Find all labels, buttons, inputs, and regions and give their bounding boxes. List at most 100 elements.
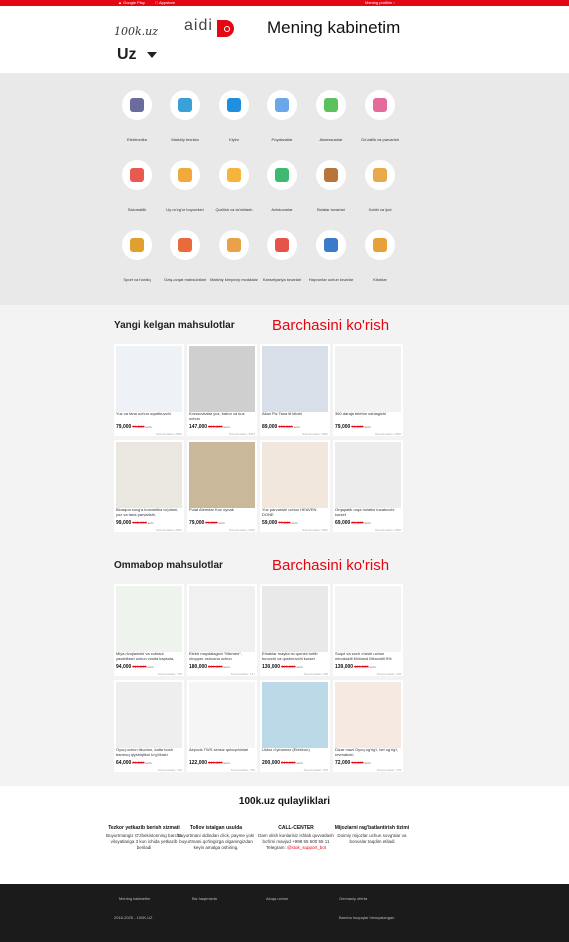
feature-description: Buyurtmani oldindan click, payme yoki bu… (176, 833, 256, 851)
product-name: Yuz va tana uchun oqartiruvchi (116, 411, 171, 416)
product-sold-count: Sotyotmadan: 168 (376, 672, 401, 676)
category-item[interactable]: Go'zallik va parvarish (350, 90, 410, 143)
product-card[interactable]: Pulat Alemdar Kuz oynak 79,00099,000so'm S… (187, 440, 257, 532)
footer: Mening kabinetim Biz haqimizda Aloqa uch… (0, 884, 569, 942)
cleaning-box-icon (227, 238, 241, 252)
product-price: 59,000 (262, 520, 278, 526)
product-name: Erkaklar mayka isi qornini tortib turuvc… (262, 651, 318, 661)
partner-logo-mark (217, 20, 234, 37)
feature-item: Tollov istalgan usulda Buyurtmani oldinda… (176, 825, 256, 851)
product-card[interactable]: Dizar mazi Oyoq og'rig'i, bel og'rig'i, … (333, 680, 403, 772)
features-title: 100k.uz qulayliklari (238, 796, 331, 807)
category-icon-circle (122, 230, 152, 260)
product-old-price: 149,000 (132, 520, 147, 525)
site-logo[interactable]: 100k.uz (114, 25, 158, 38)
product-currency: so'm (364, 425, 371, 429)
product-sold-count: Sotyotmadan: 2050 (301, 528, 328, 532)
product-currency: so'm (296, 761, 303, 765)
book-image (262, 346, 328, 412)
cosmetics-icon (373, 98, 387, 112)
product-currency: so'm (218, 521, 225, 525)
feature-title: CALL-CENTER (278, 825, 314, 831)
footer-link-contact[interactable]: Aloqa uchun (266, 896, 288, 901)
teddy-bear-icon (324, 168, 338, 182)
appstore-label: Appstore (154, 0, 175, 5)
section-title: Ommabop mahsulotlar (114, 560, 223, 571)
product-card[interactable]: Orqapatik orqa holatini tuzatuvchi korse… (333, 440, 403, 532)
product-price: 139,000 (335, 664, 354, 670)
category-icon-circle (316, 90, 346, 120)
product-old-price: 99,000 (132, 424, 145, 429)
product-sold-count: Sotyotmadan: 2050 (155, 432, 182, 436)
product-card[interactable]: 360 darajа telefon ushlagichi 79,00099,00… (333, 344, 403, 436)
category-icon-circle (170, 230, 200, 260)
product-old-price: 79,000 (278, 520, 291, 525)
chevron-down-icon (146, 52, 157, 58)
see-all-link[interactable]: Barchasini ko'rish (272, 557, 389, 574)
see-all-link[interactable]: Barchasini ko'rish (272, 317, 389, 334)
product-name: Dizar mazi Oyoq og'rig'i, bel og'rig'i, … (335, 747, 399, 757)
category-icon-circle (219, 160, 249, 190)
product-price: 79,000 (189, 520, 205, 526)
product-card[interactable]: Allan Piz Tana til kitobi 89,000109,000so… (260, 344, 330, 436)
category-icon-circle (316, 230, 346, 260)
footer-link-about[interactable]: Biz haqimizda (192, 896, 217, 901)
category-icon-circle (122, 160, 152, 190)
kids-mat-image (262, 682, 328, 748)
product-card[interactable]: Erkaklar mayka isi qornini tortib turuvc… (260, 584, 330, 676)
ball-icon (130, 238, 144, 252)
rights-text: Barcha huquqlar himoyalangan (339, 915, 395, 920)
category-item[interactable]: Xobbi va ijod (350, 160, 410, 213)
product-price-row: 79,00099,000so'm (189, 520, 225, 526)
category-icon-circle (316, 160, 346, 190)
product-price: 122,000 (189, 760, 208, 766)
sunglasses-image (189, 442, 255, 508)
feature-title: Tollov istalgan usulda (189, 825, 243, 831)
product-card[interactable]: Soqol va soch o'sishi uchun minoksidil K… (333, 584, 403, 676)
footer-link-cabinet[interactable]: Mening kabinetim (119, 896, 150, 901)
profile-label: Mening profilim (365, 0, 393, 5)
product-old-price: 109,000 (278, 424, 293, 429)
sneaker-icon (275, 98, 289, 112)
category-icon-circle (267, 230, 297, 260)
product-currency: so'm (145, 761, 152, 765)
product-card[interactable]: Miya rivojlanishi va xotirani yaxshilash… (114, 584, 184, 676)
product-currency: so'm (223, 425, 230, 429)
category-icon-circle (122, 90, 152, 120)
product-name: Elektr maydalagich "Mixmee", chopper osh… (189, 651, 242, 661)
product-price: 147,000 (189, 424, 208, 430)
product-card[interactable]: Oyoq uchun tikuvlon, katta bosh barmoq q… (114, 680, 184, 772)
toe-corrector-image (116, 682, 182, 748)
product-name: Soqol va soch o'sishi uchun minoksidil K… (335, 651, 392, 661)
product-currency: so'm (223, 665, 230, 669)
product-card[interactable]: Ustoz o'yinamoz (Elektron) 200,000249,000… (260, 680, 330, 772)
product-card[interactable]: Krossovkalar yoz, bahor va kuz uchun 147,… (187, 344, 257, 436)
telegram-link[interactable]: @stok_support_bot (287, 845, 326, 850)
product-price-row: 139,000169,000so'm (335, 664, 376, 670)
product-price: 180,000 (189, 664, 208, 670)
product-price: 130,000 (262, 664, 281, 670)
product-price-row: 200,000249,000so'm (262, 760, 303, 766)
grocery-basket-icon (178, 238, 192, 252)
product-sold-count: Sotyotmadan: 250 (303, 768, 328, 772)
product-old-price: 89,000 (132, 760, 145, 765)
product-card[interactable]: Yuz parvarishi uchun HEAVEN DONE 59,00079… (260, 440, 330, 532)
language-selector[interactable]: Uz (117, 46, 157, 64)
product-card[interactable]: Yuz va tana uchun oqartiruvchi 79,00099,0… (114, 344, 184, 436)
category-item[interactable]: Kitoblar (350, 230, 410, 283)
capsule-box-image (116, 586, 182, 652)
page-title: Mening kabinetim (267, 18, 401, 37)
google-play-label: Google Play (123, 0, 145, 5)
product-price-row: 69,00089,000so'm (335, 520, 371, 526)
product-old-price: 169,000 (354, 664, 369, 669)
footer-link-offer[interactable]: Ommaviy oferta (339, 896, 367, 901)
product-card[interactable]: Bioaqua sovg'a kosmetika to'plami, yuz v… (114, 440, 184, 532)
popular-products-section: Ommabop mahsulotlar Barchasini ko'rish M… (0, 540, 569, 786)
product-sold-count: Sotyotmadan: 3051 (228, 432, 255, 436)
feature-title: Mijozlarni rag'batlantirish tizimi (334, 825, 410, 831)
product-card[interactable]: Airpods TWS simsiz quloqchinlari 122,0001… (187, 680, 257, 772)
product-old-price: 89,000 (351, 520, 364, 525)
product-card[interactable]: Elektr maydalagich "Mixmee", chopper osh… (187, 584, 257, 676)
product-price: 69,000 (335, 520, 351, 526)
product-sold-count: Sotyotmadan: 2050 (228, 528, 255, 532)
